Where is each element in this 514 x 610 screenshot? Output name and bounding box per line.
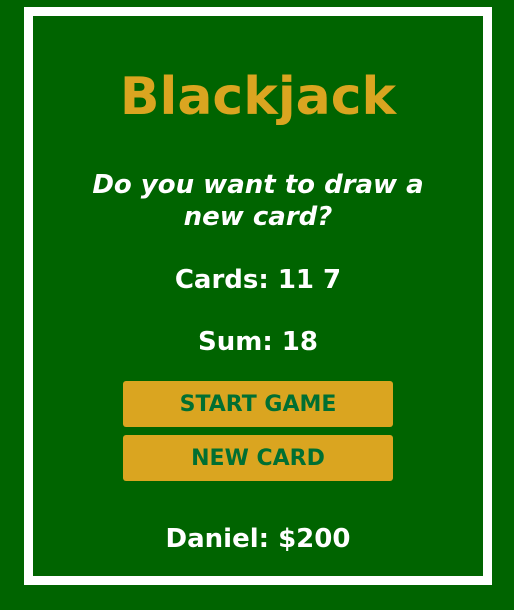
start-game-button[interactable]: START GAME: [123, 381, 393, 427]
game-content: Blackjack Do you want to draw a new card…: [33, 16, 483, 576]
message-text: Do you want to draw a new card?: [92, 170, 424, 232]
page-title: Blackjack: [119, 67, 397, 127]
cards-text: Cards: 11 7: [174, 265, 342, 295]
page-background: Blackjack Do you want to draw a new card…: [0, 0, 514, 610]
player-info: Daniel: $200: [165, 524, 351, 554]
sum-text: Sum: 18: [198, 327, 318, 357]
game-frame: Blackjack Do you want to draw a new card…: [24, 7, 492, 585]
new-card-button[interactable]: NEW CARD: [123, 435, 393, 481]
